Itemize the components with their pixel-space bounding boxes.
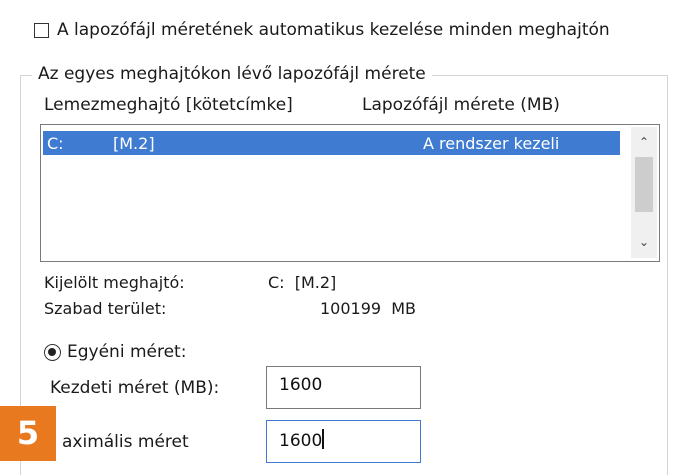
list-item[interactable]: C: [M.2] A rendszer kezeli (43, 131, 620, 155)
column-header-size: Lapozófájl mérete (MB) (362, 95, 560, 115)
auto-manage-label: A lapozófájl méretének automatikus kezel… (57, 20, 610, 40)
text-caret (322, 429, 325, 449)
selected-drive-value: C: [M.2] (268, 273, 337, 292)
chevron-up-icon[interactable]: ⌃ (631, 135, 657, 149)
custom-size-radio-row[interactable]: Egyéni méret: (44, 342, 186, 362)
auto-manage-checkbox-row[interactable]: A lapozófájl méretének automatikus kezel… (34, 20, 610, 40)
max-size-input[interactable]: 1600 (266, 420, 421, 463)
selected-drive-label: Kijelölt meghajtó: (44, 273, 185, 292)
list-item-volume-label: [M.2] (113, 134, 155, 153)
custom-size-radio[interactable] (44, 343, 61, 361)
initial-size-label: Kezdeti méret (MB): (50, 378, 220, 398)
free-space-label: Szabad terület: (44, 299, 167, 318)
vertical-scrollbar[interactable]: ⌃ ⌄ (631, 127, 657, 258)
max-size-value: 1600 (279, 431, 323, 451)
list-item-drive: C: (47, 134, 64, 153)
max-size-label: aximális méret (62, 432, 189, 452)
step-badge: 5 (0, 406, 56, 461)
custom-size-label: Egyéni méret: (67, 342, 187, 362)
group-title: Az egyes meghajtókon lévő lapozófájl mér… (32, 64, 432, 84)
initial-size-value: 1600 (279, 375, 323, 395)
drive-listbox[interactable]: C: [M.2] A rendszer kezeli ⌃ ⌄ (40, 124, 660, 262)
initial-size-input[interactable]: 1600 (266, 366, 421, 409)
auto-manage-checkbox[interactable] (34, 22, 49, 38)
scroll-thumb[interactable] (635, 157, 653, 212)
chevron-down-icon[interactable]: ⌄ (631, 235, 657, 249)
free-space-value: 100199 MB (320, 299, 417, 318)
column-header-drive: Lemezmeghajtó [kötetcímke] (44, 95, 293, 115)
list-item-size: A rendszer kezeli (423, 134, 560, 153)
